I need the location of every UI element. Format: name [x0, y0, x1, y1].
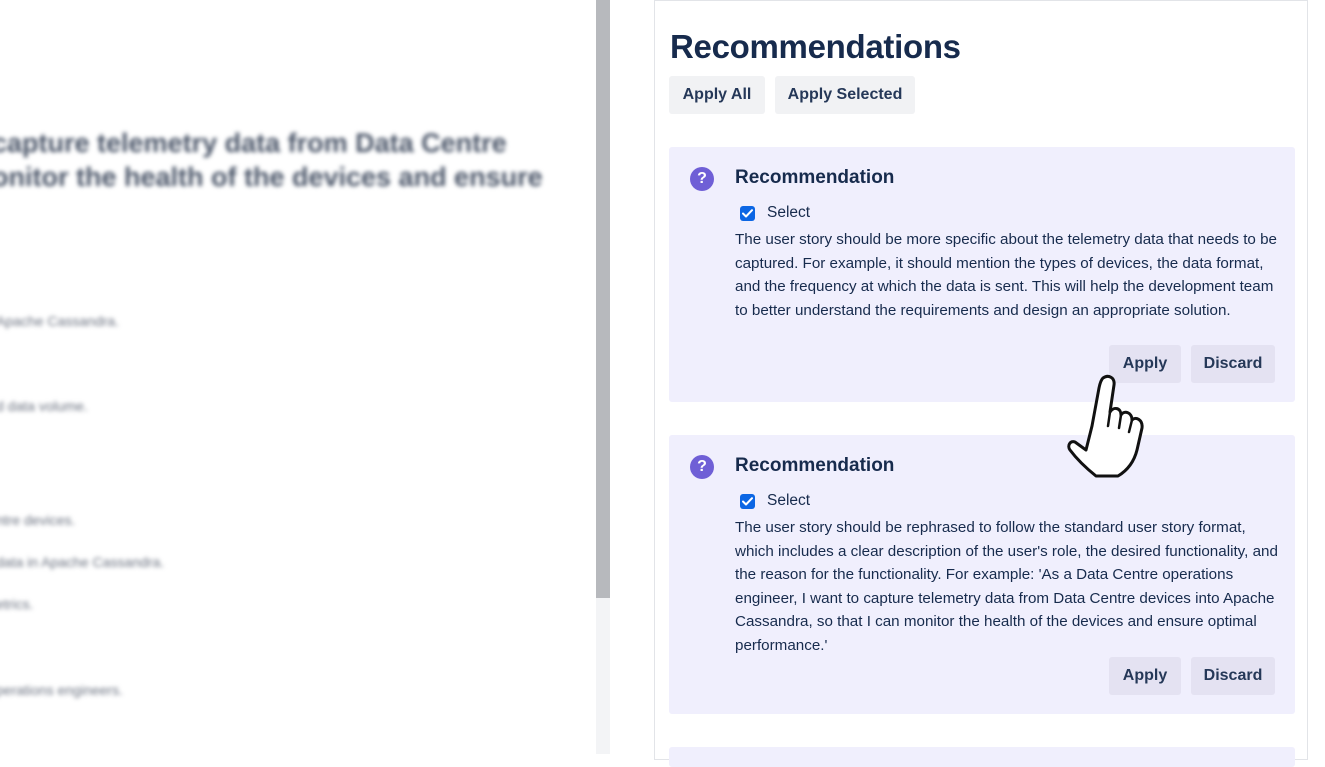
- blurred-text-line: d data volume.: [0, 398, 88, 414]
- blurred-heading: capture telemetry data from Data Centre …: [0, 126, 592, 194]
- blurred-text-line: perations engineers.: [0, 682, 123, 698]
- blurred-text-line: Apache Cassandra.: [0, 313, 119, 329]
- blurred-text-line: ntre devices.: [0, 512, 76, 528]
- checkbox-checked-icon[interactable]: [740, 205, 755, 221]
- select-checkbox-row[interactable]: Select: [740, 492, 810, 510]
- discard-button[interactable]: Discard: [1191, 657, 1275, 695]
- blurred-heading-line-1: capture telemetry data from Data Centre: [0, 128, 507, 158]
- recommendation-card: [669, 747, 1295, 767]
- checkbox-checked-icon[interactable]: [740, 493, 755, 509]
- recommendation-card: ? Recommendation Select The user story s…: [669, 147, 1295, 402]
- recommendation-text: The user story should be rephrased to fo…: [735, 519, 1278, 654]
- blurred-content: capture telemetry data from Data Centre …: [0, 0, 596, 754]
- apply-button[interactable]: Apply: [1109, 657, 1181, 695]
- recommendations-panel: Recommendations Apply All Apply Selected…: [654, 0, 1308, 767]
- recommendation-title: Recommendation: [735, 167, 895, 188]
- apply-all-button[interactable]: Apply All: [669, 76, 765, 114]
- question-icon: ?: [690, 167, 714, 191]
- select-label: Select: [767, 204, 811, 221]
- select-checkbox-row[interactable]: Select: [740, 204, 810, 222]
- question-icon: ?: [690, 455, 714, 479]
- discard-button[interactable]: Discard: [1191, 345, 1275, 383]
- blurred-text-line: etrics.: [0, 596, 34, 612]
- select-label: Select: [767, 492, 811, 509]
- panel-title: Recommendations: [670, 28, 961, 65]
- apply-button[interactable]: Apply: [1109, 345, 1181, 383]
- blurred-heading-line-2: onitor the health of the devices and ens…: [0, 162, 543, 192]
- recommendation-card: ? Recommendation Select The user story s…: [669, 435, 1295, 714]
- blurred-text-line: data in Apache Cassandra.: [0, 554, 165, 570]
- scrollbar-thumb[interactable]: [596, 0, 610, 598]
- recommendation-title: Recommendation: [735, 455, 895, 476]
- apply-selected-button[interactable]: Apply Selected: [775, 76, 915, 114]
- recommendation-text: The user story should be more specific a…: [735, 231, 1277, 319]
- editor-pane: capture telemetry data from Data Centre …: [0, 0, 596, 754]
